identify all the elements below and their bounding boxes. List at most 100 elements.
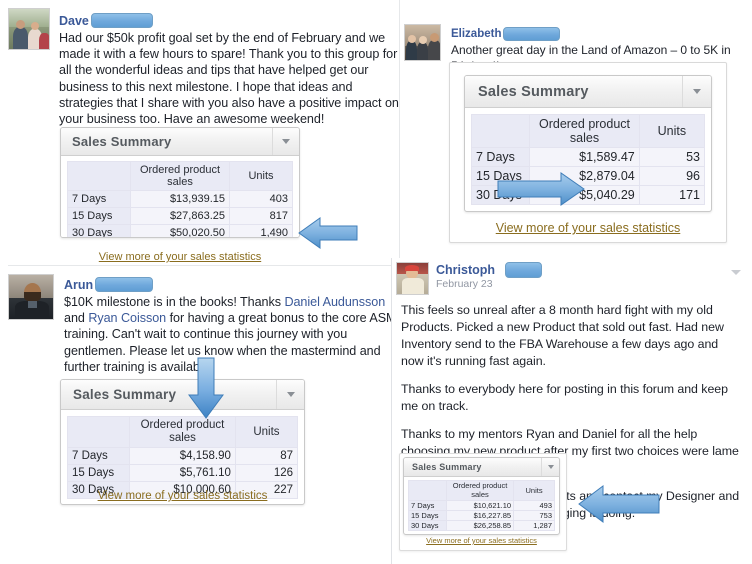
cell-units: 53: [638, 147, 706, 167]
row-label: 30 Days: [408, 520, 447, 531]
sales-table-arun: Ordered product sales Units 7 Days $4,15…: [66, 416, 299, 499]
column-divider: [399, 0, 400, 258]
sales-summary-widget-christoph: Sales Summary Ordered product sales Unit…: [403, 457, 560, 535]
author-line: Elizabeth: [451, 25, 561, 43]
widget-body: Ordered product sales Units 7 Days $4,15…: [61, 410, 304, 501]
table-row: 7 Days $1,589.47 53: [470, 147, 706, 167]
cell-units: 493: [513, 500, 555, 511]
widget-header: Sales Summary: [465, 76, 711, 108]
col-sales: Ordered product sales: [129, 416, 236, 448]
col-blank: [67, 161, 131, 191]
chevron-down-icon[interactable]: [276, 380, 304, 409]
chevron-down-icon[interactable]: [731, 270, 741, 275]
post-divider: [8, 265, 392, 266]
cell-sales: $1,589.47: [529, 147, 640, 167]
post-dave: Dave Had our $50k profit goal set by the…: [8, 6, 400, 126]
col-units: Units: [513, 480, 555, 501]
redacted-name-block: [503, 26, 561, 41]
post-elizabeth: Elizabeth Another great day in the Land …: [404, 18, 744, 73]
table-row: 15 Days $5,761.10 126: [66, 464, 299, 482]
post-body: $10K milestone is in the books! Thanks D…: [64, 294, 397, 378]
cell-units: 126: [234, 464, 299, 482]
post-body: Had our $50k profit goal set by the end …: [59, 31, 399, 127]
cell-sales: $50,020.50: [130, 224, 230, 237]
mention-daniel-audunsson[interactable]: Daniel Audunsson: [284, 295, 385, 309]
widget-body: Ordered product sales Units 7 Days $10,6…: [404, 477, 559, 532]
table-header-row: Ordered product sales Units: [66, 416, 299, 448]
chevron-down-icon[interactable]: [541, 458, 559, 476]
col-sales: Ordered product sales: [529, 114, 640, 148]
post-arun: Arun $10K milestone is in the books! Tha…: [8, 270, 397, 374]
widget-header: Sales Summary: [404, 458, 559, 477]
row-label: 7 Days: [66, 447, 131, 465]
sales-summary-widget-dave: Sales Summary Ordered product sales Unit…: [60, 127, 300, 238]
author-name[interactable]: Elizabeth: [451, 28, 501, 40]
author-line: Christoph: [436, 261, 543, 279]
author-line: Dave: [59, 12, 153, 30]
widget-body: Ordered product sales Units 7 Days $13,9…: [61, 156, 299, 237]
cell-units: 403: [229, 190, 293, 208]
widget-header: Sales Summary: [61, 380, 304, 410]
row-label: 7 Days: [67, 190, 131, 208]
redacted-name-block: [95, 277, 154, 293]
col-sales: Ordered product sales: [130, 161, 230, 191]
cell-sales: $26,258.85: [445, 520, 515, 531]
avatar[interactable]: [8, 274, 54, 320]
cell-sales: $5,761.10: [129, 464, 236, 482]
row-label: 15 Days: [66, 464, 131, 482]
post-timestamp[interactable]: February 23: [436, 278, 493, 290]
cell-sales: $10,621.10: [445, 500, 515, 511]
col-sales: Ordered product sales: [445, 480, 515, 501]
widget-title: Sales Summary: [73, 387, 177, 402]
view-more-link-christoph[interactable]: View more of your sales statistics: [403, 536, 560, 545]
sales-summary-widget-arun: Sales Summary Ordered product sales Unit…: [60, 379, 305, 505]
view-more-link-arun[interactable]: View more of your sales statistics: [60, 490, 305, 502]
cell-sales: $16,227.85: [445, 510, 515, 521]
sales-table-dave: Ordered product sales Units 7 Days $13,9…: [67, 161, 293, 237]
widget-title: Sales Summary: [478, 83, 589, 100]
col-units: Units: [234, 416, 299, 448]
table-row: 7 Days $4,158.90 87: [66, 447, 299, 465]
author-name[interactable]: Arun: [64, 278, 93, 292]
widget-title: Sales Summary: [412, 462, 482, 472]
arrow-left-icon-dave: [298, 213, 358, 253]
widget-title: Sales Summary: [72, 134, 172, 149]
text-segment: $10K milestone is in the books! Thanks: [64, 295, 285, 309]
table-header-row: Ordered product sales Units: [67, 161, 293, 191]
screenshot-root: Dave Had our $50k profit goal set by the…: [0, 0, 752, 564]
sales-table-christoph: Ordered product sales Units 7 Days $10,6…: [408, 480, 555, 531]
table-row: 30 Days $50,020.50 1,490: [67, 224, 293, 237]
row-label: 30 Days: [67, 224, 131, 237]
view-more-link-elizabeth[interactable]: View more of your sales statistics: [464, 221, 712, 235]
text-segment: and: [64, 311, 89, 326]
table-row: 30 Days $26,258.85 1,287: [408, 520, 555, 531]
arrow-right-icon-elizabeth: [497, 170, 585, 208]
col-blank: [470, 114, 531, 148]
redacted-name-block: [90, 13, 153, 29]
view-more-link-dave[interactable]: View more of your sales statistics: [60, 251, 300, 263]
table-row: 15 Days $27,863.25 817: [67, 207, 293, 225]
author-name[interactable]: Dave: [59, 14, 89, 28]
col-blank: [408, 480, 447, 501]
table-header-row: Ordered product sales Units: [470, 114, 706, 148]
cell-units: 87: [234, 447, 299, 465]
cell-sales: $27,863.25: [130, 207, 230, 225]
table-row: 15 Days $16,227.85 753: [408, 510, 555, 521]
table-header-row: Ordered product sales Units: [408, 480, 555, 501]
chevron-down-icon[interactable]: [682, 76, 711, 107]
cell-sales: $4,158.90: [129, 447, 236, 465]
cell-sales: $13,939.15: [130, 190, 230, 208]
avatar[interactable]: [8, 8, 50, 50]
cell-units: 171: [638, 185, 706, 205]
cell-units: 1,490: [229, 224, 293, 237]
widget-header: Sales Summary: [61, 128, 299, 156]
avatar[interactable]: [396, 262, 429, 295]
row-label: 15 Days: [408, 510, 447, 521]
paragraph: Thanks to everybody here for posting in …: [401, 382, 728, 413]
author-name[interactable]: Christoph: [436, 263, 495, 277]
cell-units: 1,287: [513, 520, 555, 531]
mention-ryan-coisson[interactable]: Ryan Coisson: [88, 311, 166, 325]
chevron-down-icon[interactable]: [272, 128, 299, 155]
row-label: 7 Days: [408, 500, 447, 511]
avatar[interactable]: [404, 24, 441, 61]
